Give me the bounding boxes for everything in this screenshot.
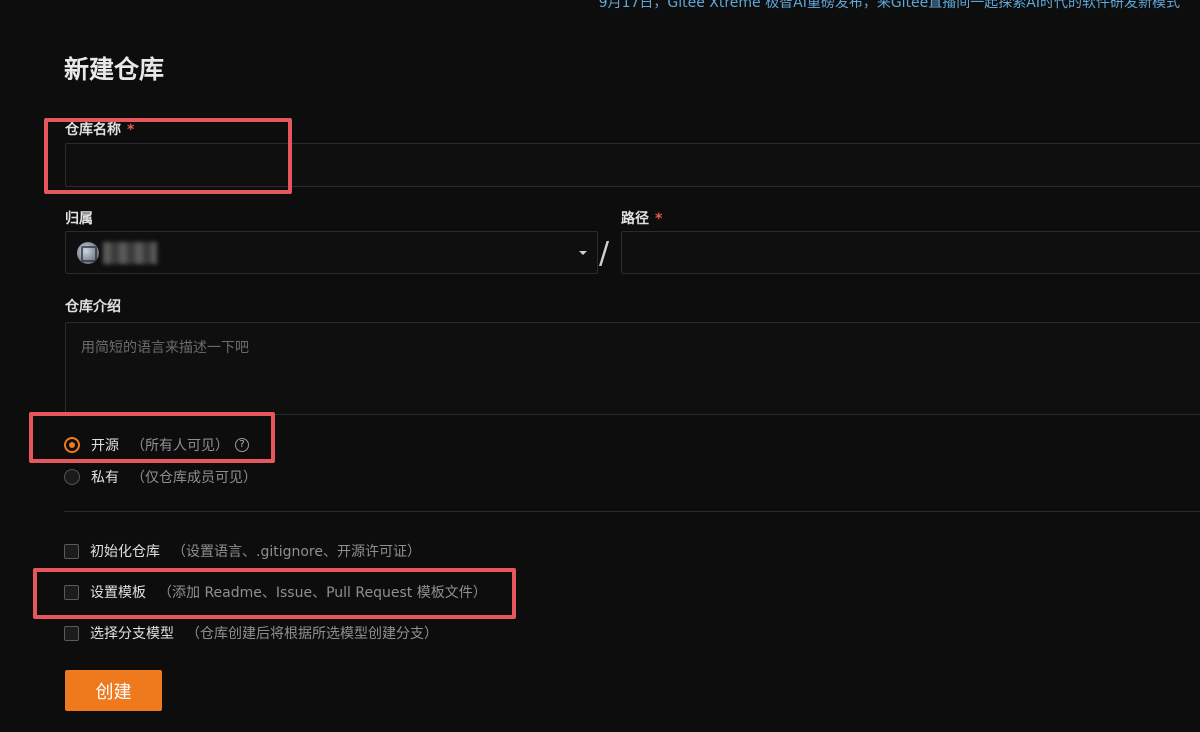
create-button[interactable]: 创建 xyxy=(65,670,162,711)
question-circle-icon[interactable]: ? xyxy=(235,438,249,452)
description-label: 仓库介绍 xyxy=(65,299,121,315)
path-separator: / xyxy=(599,236,610,271)
branch-model-checkbox[interactable] xyxy=(64,625,79,641)
init-repo-option[interactable]: 初始化仓库 （设置语言、.gitignore、开源许可证） xyxy=(64,541,421,561)
public-label: 开源 xyxy=(91,438,119,454)
template-label: 设置模板 xyxy=(90,585,146,601)
description-field-wrapper xyxy=(65,322,1200,415)
path-label: 路径 * xyxy=(621,211,663,227)
public-hint: （所有人可见） xyxy=(131,438,229,454)
template-hint: （添加 Readme、Issue、Pull Request 模板文件） xyxy=(158,585,487,601)
divider xyxy=(64,511,1200,512)
branch-model-hint: （仓库创建后将根据所选模型创建分支） xyxy=(186,626,438,642)
owner-select[interactable] xyxy=(65,231,598,274)
init-repo-checkbox[interactable] xyxy=(64,543,79,559)
owner-name xyxy=(103,241,157,264)
init-repo-hint: （设置语言、.gitignore、开源许可证） xyxy=(172,544,421,560)
repo-name-field-wrapper xyxy=(65,143,1200,187)
init-repo-label: 初始化仓库 xyxy=(90,544,160,560)
path-input[interactable] xyxy=(622,232,1200,273)
branch-model-option[interactable]: 选择分支模型 （仓库创建后将根据所选模型创建分支） xyxy=(64,623,438,643)
required-mark: * xyxy=(127,122,135,138)
avatar xyxy=(77,241,99,264)
public-radio[interactable] xyxy=(64,437,80,453)
path-field-wrapper xyxy=(621,231,1200,274)
private-label: 私有 xyxy=(91,470,119,486)
caret-down-icon xyxy=(579,251,587,255)
repo-name-input[interactable] xyxy=(66,144,1200,186)
page-title: 新建仓库 xyxy=(64,55,165,84)
private-hint: （仅仓库成员可见） xyxy=(131,470,257,486)
template-option[interactable]: 设置模板 （添加 Readme、Issue、Pull Request 模板文件） xyxy=(64,582,487,602)
owner-label: 归属 xyxy=(65,211,93,227)
template-checkbox[interactable] xyxy=(64,584,79,600)
announcement-banner[interactable]: 9月17日，Gitee Xtreme 极智AI重磅发布，来Gitee直播间一起探… xyxy=(599,0,1180,12)
repo-name-label: 仓库名称 * xyxy=(65,122,135,138)
branch-model-label: 选择分支模型 xyxy=(90,626,174,642)
visibility-private-option[interactable]: 私有 （仅仓库成员可见） xyxy=(64,467,257,487)
private-radio[interactable] xyxy=(64,469,80,485)
visibility-public-option[interactable]: 开源 （所有人可见） ? xyxy=(64,435,249,455)
description-textarea[interactable] xyxy=(66,323,1200,414)
required-mark: * xyxy=(655,211,663,227)
